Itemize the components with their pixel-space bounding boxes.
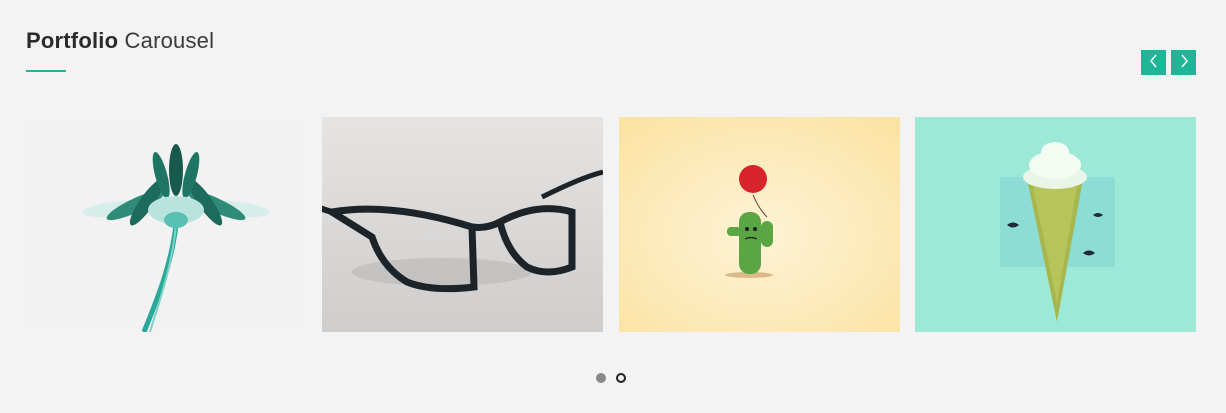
pagination-dot-2[interactable] (616, 373, 626, 383)
title-bold: Portfolio (26, 28, 119, 53)
flower-image (26, 117, 307, 332)
pagination-dot-1[interactable] (596, 373, 606, 383)
glasses-image: D&G (322, 117, 603, 332)
chevron-right-icon (1178, 54, 1190, 71)
prev-button[interactable] (1141, 50, 1166, 75)
cactus-image (619, 117, 900, 332)
title-underline (26, 70, 66, 72)
carousel-pagination (596, 373, 626, 383)
carousel-track: D&G (26, 117, 1196, 332)
chevron-left-icon (1148, 54, 1160, 71)
portfolio-item-flower[interactable] (26, 117, 307, 332)
next-button[interactable] (1171, 50, 1196, 75)
ice-cream-image (915, 117, 1196, 332)
portfolio-item-cactus[interactable] (619, 117, 900, 332)
carousel-nav (1141, 50, 1196, 75)
glasses-brand-label: D&G (424, 232, 443, 241)
title-light: Carousel (124, 28, 215, 53)
section-title: Portfolio Carousel (26, 28, 214, 54)
portfolio-item-ice-cream[interactable] (915, 117, 1196, 332)
portfolio-item-glasses[interactable]: D&G (322, 117, 603, 332)
